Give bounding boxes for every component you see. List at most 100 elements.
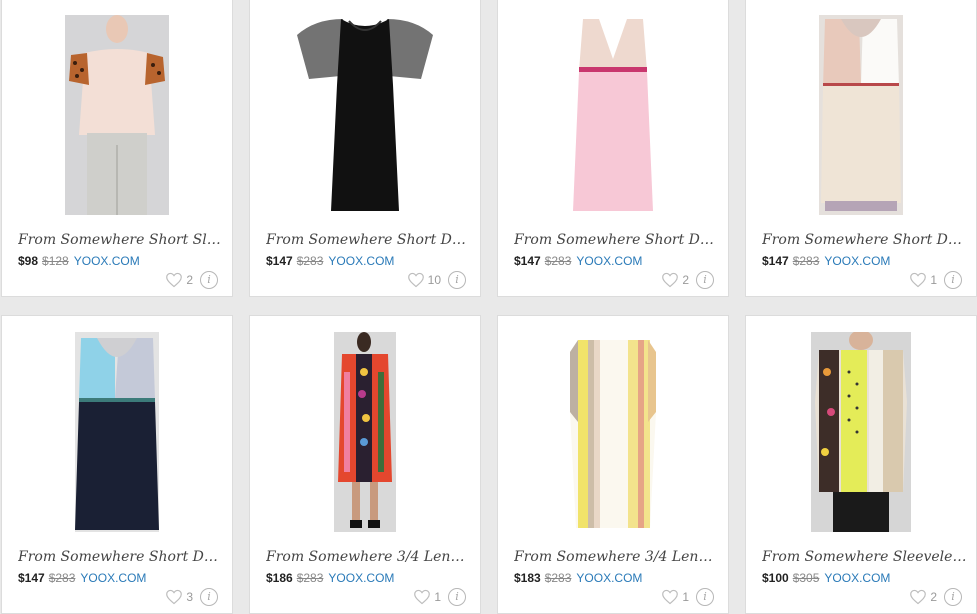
original-price: $283 [544, 571, 572, 585]
like-button[interactable]: 3 [165, 589, 193, 605]
product-card[interactable]: From Somewhere Short Dress $147 $283 YOOX.… [745, 0, 977, 297]
product-image-wrap[interactable] [746, 332, 976, 532]
product-image-wrap[interactable] [2, 332, 232, 532]
info-icon[interactable]: i [944, 588, 962, 606]
original-price: $283 [296, 571, 324, 585]
product-image[interactable] [568, 332, 658, 532]
store-link[interactable]: YOOX.COM [576, 571, 642, 585]
sale-price: $100 [762, 571, 789, 585]
heart-icon [662, 589, 679, 605]
like-count: 1 [930, 273, 937, 287]
store-link[interactable]: YOOX.COM [576, 254, 642, 268]
product-title[interactable]: From Somewhere 3/4 Length ... [514, 549, 719, 565]
info-icon[interactable]: i [200, 271, 218, 289]
sale-price: $147 [266, 254, 293, 268]
product-image[interactable] [65, 15, 169, 215]
original-price: $128 [42, 254, 69, 268]
like-button[interactable]: 2 [909, 589, 937, 605]
original-price: $283 [48, 571, 76, 585]
price-row: $147 $283 YOOX.COM [18, 571, 146, 585]
pink-empire-dress [573, 15, 653, 215]
product-card[interactable]: From Somewhere Short Sleev... $98 $128 YOO… [1, 0, 233, 297]
card-meta: 2 i [661, 271, 714, 289]
product-image-wrap[interactable] [498, 15, 728, 215]
product-image-wrap[interactable] [250, 15, 480, 215]
product-image-wrap[interactable] [746, 15, 976, 215]
heart-icon [414, 589, 431, 605]
store-link[interactable]: YOOX.COM [824, 571, 890, 585]
store-link[interactable]: YOOX.COM [74, 254, 140, 268]
product-image-wrap[interactable] [498, 332, 728, 532]
like-button[interactable]: 1 [909, 272, 937, 288]
card-meta: 1 i [909, 271, 962, 289]
product-title[interactable]: From Somewhere Short Dress [18, 549, 223, 565]
heart-icon [910, 272, 927, 288]
product-image[interactable] [334, 332, 396, 532]
like-count: 2 [682, 273, 689, 287]
product-image[interactable] [573, 15, 653, 215]
like-count: 10 [427, 273, 441, 287]
original-price: $283 [544, 254, 572, 268]
product-card[interactable]: From Somewhere Sleeveless T... $100$305 Y… [745, 315, 977, 614]
product-card[interactable]: From Somewhere Short Dress $147 $283 YOOX.… [249, 0, 481, 297]
product-title[interactable]: From Somewhere Short Dress [762, 232, 967, 248]
store-link[interactable]: YOOX.COM [328, 254, 394, 268]
product-title[interactable]: From Somewhere 3/4 Length ... [266, 549, 471, 565]
product-card[interactable]: From Somewhere Short Dress $147 $283 YOOX.… [497, 0, 729, 297]
info-icon[interactable]: i [448, 588, 466, 606]
card-meta: 2 i [165, 271, 218, 289]
card-meta: 3 i [165, 588, 218, 606]
info-icon[interactable]: i [944, 271, 962, 289]
heart-icon [662, 272, 679, 288]
product-image[interactable] [295, 15, 435, 215]
like-button[interactable]: 1 [661, 589, 689, 605]
info-icon[interactable]: i [448, 271, 466, 289]
heart-icon [910, 589, 927, 605]
product-card[interactable]: From Somewhere 3/4 Length ... $186 $283 YO… [249, 315, 481, 614]
like-button[interactable]: 2 [165, 272, 193, 288]
store-link[interactable]: YOOX.COM [80, 571, 146, 585]
product-title[interactable]: From Somewhere Short Dress [514, 232, 719, 248]
beige-colorblock-dress [819, 15, 903, 215]
navy-blue-colorblock-dress [75, 332, 159, 532]
model-patchwork-top [811, 332, 911, 532]
sale-price: $147 [18, 571, 45, 585]
store-link[interactable]: YOOX.COM [328, 571, 394, 585]
heart-icon [407, 272, 424, 288]
product-image[interactable] [819, 15, 903, 215]
sale-price: $98 [18, 254, 39, 268]
black-dress-sheer-sleeves [295, 15, 435, 215]
product-card[interactable]: From Somewhere 3/4 Length ... $183 $283 YO… [497, 315, 729, 614]
product-image[interactable] [811, 332, 911, 532]
product-image-wrap[interactable] [250, 332, 480, 532]
price-row: $183 $283 YOOX.COM [514, 571, 642, 585]
yellow-stripe-kaftan [568, 332, 658, 532]
sale-price: $147 [762, 254, 789, 268]
info-icon[interactable]: i [696, 271, 714, 289]
product-title[interactable]: From Somewhere Short Dress [266, 232, 471, 248]
price-row: $147 $283 YOOX.COM [514, 254, 642, 268]
like-count: 2 [930, 590, 937, 604]
info-icon[interactable]: i [696, 588, 714, 606]
price-row: $186 $283 YOOX.COM [266, 571, 394, 585]
store-link[interactable]: YOOX.COM [824, 254, 890, 268]
like-count: 1 [434, 590, 441, 604]
sale-price: $183 [514, 571, 541, 585]
like-button[interactable]: 2 [661, 272, 689, 288]
product-title[interactable]: From Somewhere Sleeveless T... [762, 549, 967, 565]
original-price: $305 [792, 571, 820, 585]
sale-price: $186 [266, 571, 293, 585]
original-price: $283 [296, 254, 324, 268]
price-row: $98 $128 YOOX.COM [18, 254, 140, 268]
product-image-wrap[interactable] [2, 15, 232, 215]
product-grid: From Somewhere Short Sleev... $98 $128 YOO… [0, 0, 977, 614]
product-title[interactable]: From Somewhere Short Sleev... [18, 232, 223, 248]
product-card[interactable]: From Somewhere Short Dress $147 $283 YOOX.… [1, 315, 233, 614]
like-button[interactable]: 10 [407, 272, 441, 288]
card-meta: 10 i [407, 271, 466, 289]
like-button[interactable]: 1 [413, 589, 441, 605]
card-meta: 2 i [909, 588, 962, 606]
info-icon[interactable]: i [200, 588, 218, 606]
product-image[interactable] [75, 332, 159, 532]
like-count: 1 [682, 590, 689, 604]
